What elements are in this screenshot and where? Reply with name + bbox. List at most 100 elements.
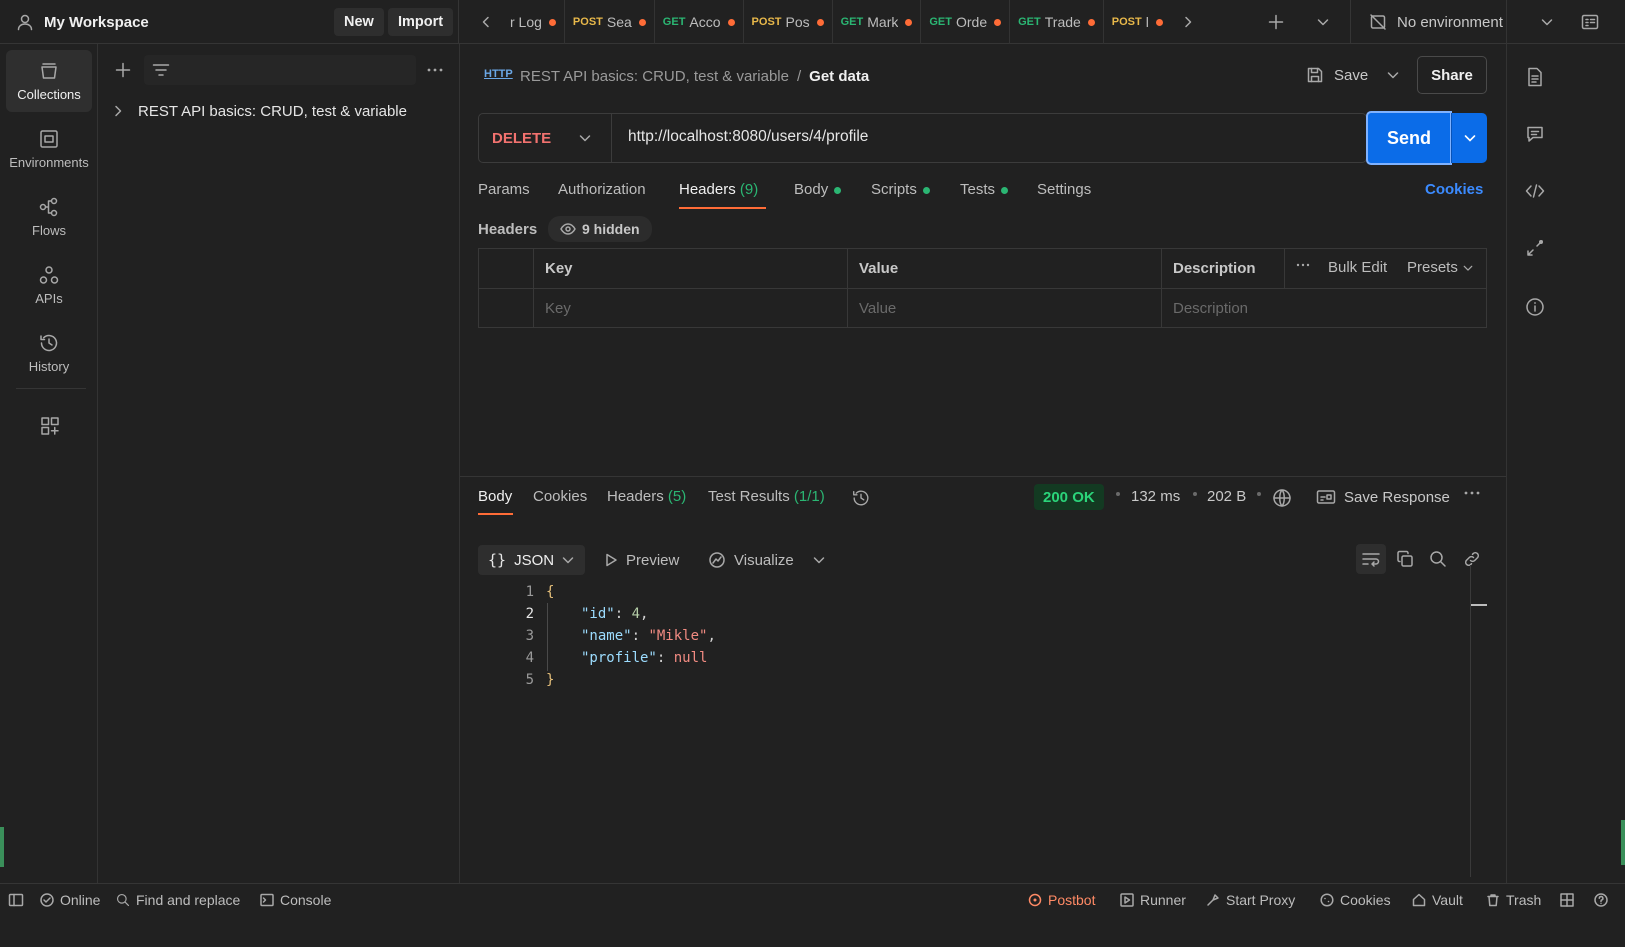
postbot-button[interactable]: Postbot	[1028, 884, 1095, 915]
plus-icon[interactable]	[1265, 11, 1287, 33]
chevron-down-icon[interactable]	[810, 551, 828, 569]
search-icon[interactable]	[1428, 549, 1448, 569]
related-requests-icon[interactable]	[1520, 233, 1550, 263]
chevron-down-icon[interactable]	[1313, 12, 1333, 32]
rail-flows[interactable]: Flows	[6, 186, 92, 248]
rail-apis[interactable]: APIs	[6, 254, 92, 316]
postbot-label: Postbot	[1048, 891, 1096, 908]
response-divider[interactable]	[460, 476, 1506, 477]
status-dot	[834, 186, 842, 194]
tab-settings[interactable]: Settings	[1037, 181, 1091, 198]
chevron-left-icon[interactable]	[476, 12, 496, 32]
tab-body[interactable]: Body	[794, 181, 842, 198]
vault-label: Vault	[1432, 891, 1463, 908]
send-button[interactable]: Send	[1366, 111, 1452, 165]
header-key-input[interactable]: Key	[533, 288, 848, 328]
request-tab[interactable]: POST Pos	[744, 0, 833, 44]
save-response-button[interactable]: Save Response	[1316, 485, 1450, 509]
breadcrumb-collection[interactable]: REST API basics: CRUD, test & variable	[520, 68, 789, 85]
rail-environments[interactable]: Environments	[6, 118, 92, 180]
response-time[interactable]: 132 ms	[1131, 488, 1180, 505]
request-tab[interactable]: GET Orde	[921, 0, 1011, 44]
hidden-headers-toggle[interactable]: 9 hidden	[548, 216, 652, 242]
tab-scripts-label: Scripts	[871, 181, 917, 198]
code-snippet-icon[interactable]	[1520, 176, 1550, 206]
settings-panel-icon[interactable]	[1579, 11, 1601, 33]
layout-icon[interactable]	[1560, 884, 1574, 915]
header-value-input[interactable]: Value	[847, 288, 1162, 328]
presets-dropdown[interactable]: Presets	[1407, 259, 1473, 276]
console-button[interactable]: Console	[260, 884, 331, 915]
rail-collections[interactable]: Collections	[6, 50, 92, 112]
response-tab-headers[interactable]: Headers (5)	[607, 488, 686, 505]
copy-icon[interactable]	[1395, 549, 1415, 569]
sidebar-search-input[interactable]	[144, 55, 416, 85]
request-tab[interactable]: r Log	[502, 0, 565, 44]
rail-history[interactable]: History	[6, 322, 92, 384]
method-select[interactable]: DELETE	[479, 114, 612, 162]
cookies-link[interactable]: Cookies	[1425, 181, 1483, 198]
more-options-icon[interactable]	[1296, 262, 1310, 268]
tab-tests[interactable]: Tests	[960, 181, 1009, 198]
save-options-chevron-icon[interactable]	[1382, 64, 1404, 86]
request-tab[interactable]: GET Mark	[833, 0, 922, 44]
request-tab[interactable]: GET Acco	[655, 0, 744, 44]
code-line: {	[546, 584, 555, 600]
response-tab-cookies[interactable]: Cookies	[533, 488, 587, 505]
url-input[interactable]: http://localhost:8080/users/4/profile	[628, 128, 868, 146]
runner-button[interactable]: Runner	[1120, 884, 1186, 915]
tab-scripts[interactable]: Scripts	[871, 181, 930, 198]
comments-icon[interactable]	[1520, 119, 1550, 149]
workspace-switcher[interactable]: My Workspace	[16, 10, 149, 34]
vault-button[interactable]: Vault	[1412, 884, 1463, 915]
share-button[interactable]: Share	[1417, 56, 1487, 94]
request-name[interactable]: Get data	[809, 68, 869, 85]
save-button[interactable]: Save	[1306, 58, 1368, 92]
trash-button[interactable]: Trash	[1486, 884, 1541, 915]
status-badge[interactable]: 200 OK	[1034, 484, 1104, 510]
code-line: "profile": null	[581, 650, 708, 666]
toggle-sidebar-icon[interactable]	[8, 884, 24, 915]
request-tab[interactable]: POST l	[1104, 0, 1170, 44]
start-proxy-button[interactable]: Start Proxy	[1206, 884, 1295, 915]
preview-button[interactable]: Preview	[604, 545, 679, 575]
header-description-input[interactable]: Description	[1161, 288, 1487, 328]
response-tab-body[interactable]: Body	[478, 488, 512, 505]
bulk-edit-button[interactable]: Bulk Edit	[1328, 259, 1387, 276]
response-history-icon[interactable]	[850, 487, 872, 509]
cookies-button[interactable]: Cookies	[1320, 884, 1391, 915]
tab-params[interactable]: Params	[478, 181, 530, 198]
collection-item[interactable]: REST API basics: CRUD, test & variable	[112, 98, 407, 124]
tab-name: Pos	[785, 14, 810, 30]
tab-headers[interactable]: Headers (9)	[679, 181, 758, 198]
link-icon[interactable]	[1462, 549, 1482, 569]
visualize-button[interactable]: Visualize	[708, 545, 794, 575]
response-tab-test-results[interactable]: Test Results (1/1)	[708, 488, 825, 505]
more-options-icon[interactable]	[1463, 490, 1481, 496]
send-options-button[interactable]	[1451, 113, 1487, 163]
globe-icon[interactable]	[1271, 487, 1293, 509]
chevron-right-icon[interactable]	[1178, 12, 1198, 32]
import-button[interactable]: Import	[388, 8, 454, 36]
add-collection-icon[interactable]	[112, 59, 134, 81]
add-apps-icon[interactable]	[38, 414, 62, 438]
documentation-icon[interactable]	[1520, 62, 1550, 92]
response-body-editor[interactable]: 1 { 2 "id": 4, 3 "name": "Mikle", 4 "pro…	[478, 584, 1468, 884]
wrap-lines-icon[interactable]	[1356, 544, 1386, 574]
more-options-icon[interactable]	[424, 59, 446, 81]
format-select[interactable]: {} JSON	[478, 545, 585, 575]
request-tab[interactable]: GET Trade	[1010, 0, 1104, 44]
console-label: Console	[280, 891, 332, 908]
json-value: 4	[631, 606, 641, 622]
response-size[interactable]: 202 B	[1207, 488, 1246, 505]
new-button[interactable]: New	[334, 8, 384, 36]
find-replace-button[interactable]: Find and replace	[116, 884, 240, 915]
info-icon[interactable]	[1520, 292, 1550, 322]
minimap-indicator[interactable]	[1471, 604, 1487, 606]
online-status[interactable]: Online	[40, 884, 100, 915]
request-tab[interactable]: POST Sea	[565, 0, 655, 44]
format-label: JSON	[514, 551, 555, 569]
tab-authorization[interactable]: Authorization	[558, 181, 646, 198]
active-tab-indicator	[679, 207, 766, 209]
help-icon[interactable]	[1594, 884, 1608, 915]
